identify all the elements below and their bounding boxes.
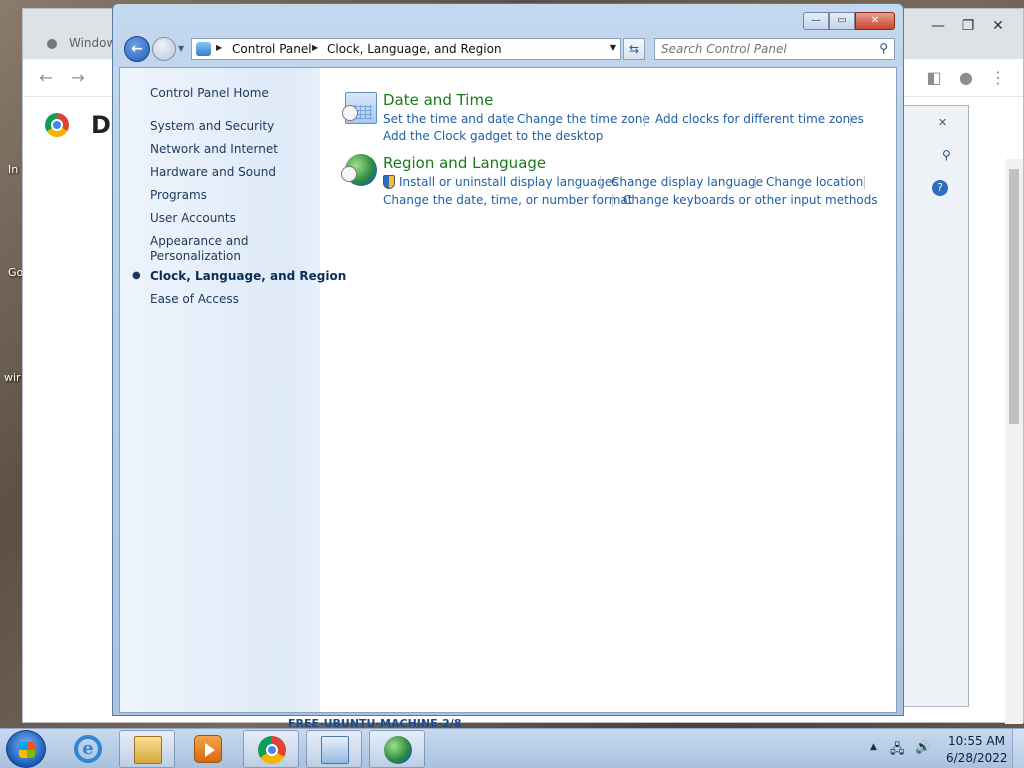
desktop-icon-label[interactable]: Go: [8, 266, 23, 279]
taskbar-app-chrome[interactable]: [243, 730, 299, 768]
sidebar-item-ease-of-access[interactable]: Ease of Access: [150, 292, 239, 306]
media-player-icon: [194, 735, 222, 763]
content-area: Control Panel Home System and Security N…: [119, 67, 897, 713]
chrome-close-button[interactable]: ✕: [983, 15, 1013, 37]
chrome-icon: [258, 736, 286, 764]
sidepanel-icon[interactable]: ◧: [923, 67, 945, 89]
volume-icon[interactable]: 🔊: [915, 740, 931, 755]
taskbar-app-internet-explorer[interactable]: e: [60, 730, 116, 768]
link-add-clocks[interactable]: Add clocks for different time zones: [655, 112, 864, 126]
sidebar-item-personalization[interactable]: Personalization: [150, 249, 241, 263]
recent-pages-dropdown[interactable]: ▼: [178, 44, 188, 54]
desktop-icon-label[interactable]: In: [8, 163, 18, 176]
sidebar-item-hardware-sound[interactable]: Hardware and Sound: [150, 165, 276, 179]
remote-desktop-icon: [321, 736, 349, 764]
search-icon[interactable]: ⚲: [942, 148, 951, 162]
active-bullet-icon: ●: [132, 270, 141, 281]
background-dialog: ✕ ⚲ ?: [903, 105, 969, 707]
desktop-icon-label[interactable]: wir: [4, 371, 21, 384]
forward-arrow-icon[interactable]: →: [67, 67, 89, 89]
link-separator: [600, 176, 601, 189]
control-panel-icon: [384, 736, 412, 764]
minimize-button[interactable]: —: [803, 12, 829, 30]
sidebar-item-programs[interactable]: Programs: [150, 188, 207, 202]
refresh-button[interactable]: ⇆: [623, 38, 645, 60]
globe-clock-icon[interactable]: [341, 154, 377, 186]
search-box: ⚲: [654, 38, 895, 60]
clock-icon: [342, 105, 358, 121]
address-dropdown-icon[interactable]: ▼: [610, 43, 616, 52]
chrome-maximize-button[interactable]: ❐: [953, 15, 983, 37]
sidebar-item-network-internet[interactable]: Network and Internet: [150, 142, 278, 156]
show-hidden-icons-button[interactable]: ▲: [870, 742, 877, 752]
clock-icon: [341, 166, 357, 182]
taskbar-app-media-player[interactable]: [180, 730, 236, 768]
calendar-clock-icon[interactable]: [342, 92, 377, 124]
windows-logo-icon: [19, 742, 35, 758]
link-separator: [755, 176, 756, 189]
control-panel-icon: [196, 42, 211, 56]
tab-title: Window: [69, 36, 117, 50]
uac-shield-icon: [383, 175, 395, 189]
link-separator: [506, 113, 507, 126]
back-arrow-icon[interactable]: ←: [35, 67, 57, 89]
sidebar-item-system-security[interactable]: System and Security: [150, 119, 274, 133]
start-button[interactable]: [6, 730, 46, 768]
taskbar: e ▲ 🖧 🔊 10:55 AM 6/28/2022: [0, 728, 1024, 768]
link-install-uninstall-languages[interactable]: Install or uninstall display languages: [399, 175, 619, 189]
sidebar-item-clock-language-region[interactable]: Clock, Language, and Region: [150, 269, 346, 283]
network-icon[interactable]: 🖧: [890, 740, 905, 762]
control-panel-window: — ▭ ✕ ← ▼ ▶ Control Panel ▶ Clock, Langu…: [112, 3, 904, 716]
link-add-clock-gadget[interactable]: Add the Clock gadget to the desktop: [383, 129, 603, 143]
scrollbar-thumb[interactable]: [1009, 169, 1019, 424]
link-separator: [612, 194, 613, 207]
taskbar-app-explorer[interactable]: [119, 730, 175, 768]
tab-favicon-icon: [47, 39, 57, 49]
breadcrumb-clock-language-region[interactable]: Clock, Language, and Region: [327, 42, 502, 56]
category-title-region-language[interactable]: Region and Language: [383, 154, 546, 172]
dialog-close-icon[interactable]: ✕: [938, 116, 947, 129]
forward-button[interactable]: [152, 37, 176, 61]
link-change-time-zone[interactable]: Change the time zone: [517, 112, 650, 126]
show-desktop-button[interactable]: [1012, 729, 1024, 768]
internet-explorer-icon: e: [74, 735, 102, 763]
sidebar-item-user-accounts[interactable]: User Accounts: [150, 211, 236, 225]
sidebar-item-control-panel-home[interactable]: Control Panel Home: [150, 86, 269, 100]
search-input[interactable]: [655, 39, 871, 59]
chrome-scrollbar[interactable]: [1005, 159, 1023, 724]
taskbar-app-control-panel[interactable]: [369, 730, 425, 768]
taskbar-app-remote-desktop[interactable]: [306, 730, 362, 768]
breadcrumb-arrow-icon[interactable]: ▶: [312, 43, 318, 52]
link-set-time-date[interactable]: Set the time and date: [383, 112, 514, 126]
link-change-location[interactable]: Change location: [766, 175, 863, 189]
profile-avatar-icon[interactable]: ●: [955, 67, 977, 89]
close-button[interactable]: ✕: [855, 12, 895, 30]
caption-buttons: — ▭ ✕: [803, 12, 895, 32]
chrome-minimize-button[interactable]: —: [923, 15, 953, 37]
category-title-date-time[interactable]: Date and Time: [383, 91, 493, 109]
maximize-button[interactable]: ▭: [829, 12, 855, 30]
sidebar: Control Panel Home System and Security N…: [120, 68, 346, 712]
help-icon[interactable]: ?: [932, 180, 948, 196]
clock-date[interactable]: 6/28/2022: [946, 751, 1008, 765]
chrome-logo-icon: [45, 113, 69, 137]
sidebar-item-appearance[interactable]: Appearance and: [150, 234, 248, 248]
clock-time[interactable]: 10:55 AM: [948, 734, 1005, 748]
link-change-date-number-format[interactable]: Change the date, time, or number format: [383, 193, 632, 207]
link-separator: [644, 113, 645, 126]
link-change-keyboards[interactable]: Change keyboards or other input methods: [623, 193, 878, 207]
link-separator: [850, 113, 851, 126]
kebab-menu-icon[interactable]: ⋮: [987, 67, 1009, 89]
link-change-display-language[interactable]: Change display language: [611, 175, 763, 189]
back-button[interactable]: ←: [124, 36, 150, 62]
link-separator: [864, 176, 865, 189]
folder-icon: [134, 736, 162, 764]
breadcrumb-control-panel[interactable]: Control Panel: [232, 42, 312, 56]
address-bar[interactable]: ▶ Control Panel ▶ Clock, Language, and R…: [191, 38, 621, 60]
breadcrumb-arrow-icon[interactable]: ▶: [216, 43, 222, 52]
search-icon[interactable]: ⚲: [879, 41, 888, 55]
